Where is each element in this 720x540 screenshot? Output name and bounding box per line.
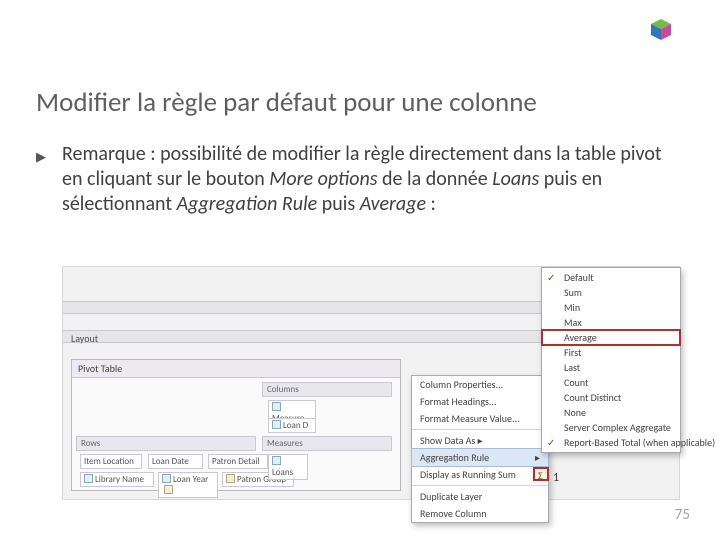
patron-detail-text: Patron Detail xyxy=(212,456,260,467)
submenu-first[interactable]: First xyxy=(542,345,680,360)
bullet-arrow-icon: ▶ xyxy=(36,150,46,165)
patron-detail-field[interactable]: Patron Detail xyxy=(208,454,268,469)
more-options-context-menu: Column Properties... Format Headings... … xyxy=(411,375,549,523)
loan-date-text: Loan Date xyxy=(152,456,189,467)
aggregation-rule-submenu: ✓Default Sum Min Max Average First Last … xyxy=(541,267,681,453)
library-name-field[interactable]: Library Name xyxy=(80,472,154,487)
cube-logo xyxy=(648,18,674,44)
loan-d-field[interactable]: Loan D xyxy=(268,418,316,433)
submenu-report-based[interactable]: ✓Report-Based Total (when applicable) xyxy=(542,435,680,450)
loan-date-field[interactable]: Loan Date xyxy=(148,454,203,469)
loan-d-text: Loan D xyxy=(283,420,308,431)
menu-aggregation-rule[interactable]: Aggregation Rule ▸ xyxy=(412,449,548,466)
loans-term: Loans xyxy=(492,167,539,191)
loans-measure-field[interactable]: Loans xyxy=(268,454,308,480)
submenu-default-label: Default xyxy=(564,271,594,284)
pivot-screenshot: Layout Pivot Table Columns Measure Loan … xyxy=(62,266,680,500)
menu-running-sum[interactable]: Display as Running Sum xyxy=(412,466,548,483)
item-location-field[interactable]: Item Location xyxy=(80,454,142,469)
menu-remove-column[interactable]: Remove Column xyxy=(412,505,548,522)
check-icon: ✓ xyxy=(547,436,555,449)
rows-section-label: Rows xyxy=(76,436,256,451)
submenu-report-based-label: Report-Based Total (when applicable) xyxy=(564,436,715,449)
loans-measure-text: Loans xyxy=(272,467,293,478)
submenu-count[interactable]: Count xyxy=(542,375,680,390)
layout-section-label: Layout xyxy=(71,332,98,345)
columns-section-label: Columns xyxy=(262,382,392,397)
slide-title: Modifier la règle par défaut pour une co… xyxy=(36,86,537,119)
menu-aggregation-rule-label: Aggregation Rule xyxy=(420,451,489,464)
pivot-table-header: Pivot Table xyxy=(72,360,400,378)
check-icon: ✓ xyxy=(547,271,555,284)
average-term: Average xyxy=(360,192,426,216)
loan-year-text: Loan Year xyxy=(173,474,208,485)
submenu-default[interactable]: ✓ Default xyxy=(542,270,680,285)
menu-format-values[interactable]: Format Measure Value... xyxy=(412,410,548,427)
submenu-average[interactable]: Average xyxy=(542,330,680,345)
submenu-max[interactable]: Max xyxy=(542,315,680,330)
measures-section-label: Measures xyxy=(262,436,392,451)
aggregation-rule-term: Aggregation Rule xyxy=(177,192,318,216)
submenu-last[interactable]: Last xyxy=(542,360,680,375)
submenu-none[interactable]: None xyxy=(542,405,680,420)
pivot-table-panel: Pivot Table Columns Measure Loan D Rows … xyxy=(71,359,401,491)
menu-separator xyxy=(412,429,548,430)
sigma-button-callout xyxy=(533,467,549,481)
submenu-min[interactable]: Min xyxy=(542,300,680,315)
body-paragraph: Remarque : possibilité de modifier la rè… xyxy=(62,142,680,217)
body-text-4: puis xyxy=(317,192,359,216)
body-text-5: : xyxy=(426,192,436,216)
submenu-sum[interactable]: Sum xyxy=(542,285,680,300)
library-name-text: Library Name xyxy=(95,474,144,485)
annotation-number: 1 xyxy=(553,471,559,485)
menu-duplicate-layer[interactable]: Duplicate Layer xyxy=(412,488,548,505)
chevron-right-icon: ▸ xyxy=(535,451,540,464)
more-options-term: More options xyxy=(269,167,377,191)
menu-show-data-as[interactable]: Show Data As ▸ xyxy=(412,432,548,449)
menu-column-properties[interactable]: Column Properties... xyxy=(412,376,548,393)
body-text-2: de la donnée xyxy=(378,167,493,191)
item-location-text: Item Location xyxy=(84,456,134,467)
menu-format-headings[interactable]: Format Headings... xyxy=(412,393,548,410)
submenu-server-complex[interactable]: Server Complex Aggregate xyxy=(542,420,680,435)
menu-separator xyxy=(412,485,548,486)
page-number: 75 xyxy=(675,506,690,524)
menu-show-data-as-label: Show Data As xyxy=(420,434,475,447)
chevron-right-icon: ▸ xyxy=(478,434,483,447)
submenu-count-distinct[interactable]: Count Distinct xyxy=(542,390,680,405)
loan-year-field[interactable]: Loan Year xyxy=(158,472,218,498)
